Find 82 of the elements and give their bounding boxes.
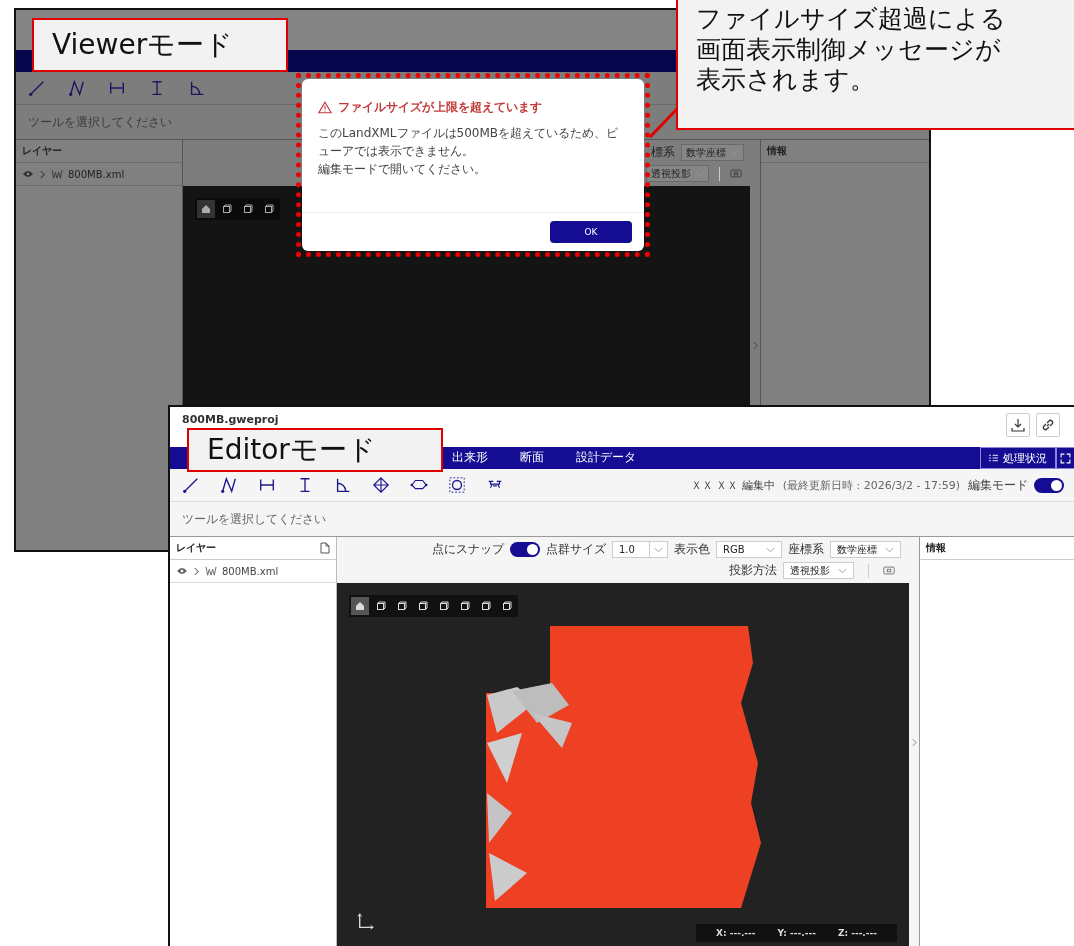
chevron-down-icon	[654, 546, 663, 553]
layer-panel-title: レイヤー	[22, 144, 62, 158]
control-label: 標系	[651, 144, 675, 161]
home-icon	[201, 204, 211, 214]
screenshot-icon[interactable]	[730, 169, 742, 178]
nav-tab[interactable]: 設計データ	[564, 447, 648, 469]
layer-file-icon	[51, 169, 63, 179]
cube-icon	[264, 204, 274, 214]
link-button[interactable]	[1036, 413, 1060, 437]
dropdown[interactable]: 透視投影	[783, 562, 854, 579]
dialog-message-line: このLandXMLファイルは500MBを超えているため、ビ	[318, 125, 618, 142]
snap-toggle[interactable]	[510, 542, 540, 557]
volume-tool-icon[interactable]	[372, 476, 390, 494]
status-button[interactable]: 処理状況	[980, 447, 1056, 469]
cube-icon	[397, 601, 407, 611]
cube-icon	[418, 601, 428, 611]
ok-button[interactable]: OK	[550, 221, 632, 243]
cube-icon	[481, 601, 491, 611]
fullscreen-button[interactable]	[1056, 447, 1074, 469]
screenshot-icon[interactable]	[883, 566, 895, 575]
angle-tool-icon[interactable]	[334, 476, 352, 494]
warning-icon	[318, 101, 332, 114]
control-label: 座標系	[788, 541, 824, 558]
chevron-right-icon[interactable]	[39, 169, 46, 179]
fullscreen-icon	[1060, 452, 1071, 464]
dropdown[interactable]: 数学座標	[681, 144, 744, 161]
home-view-button[interactable]	[351, 597, 369, 615]
layer-item[interactable]: 800MB.xml	[170, 560, 336, 583]
last-updated-text: (最終更新日時 : 2026/3/2 - 17:59)	[782, 477, 960, 493]
control-label: 表示色	[674, 541, 710, 558]
download-icon	[1011, 418, 1025, 432]
cube-icon	[439, 601, 449, 611]
callout-text: 画面表示制御メッセージが	[696, 34, 1001, 65]
add-file-icon[interactable]	[320, 542, 330, 554]
control-label: 点にスナップ	[432, 541, 504, 558]
dropdown[interactable]: RGB	[716, 541, 782, 558]
home-icon	[355, 601, 365, 611]
dialog-title: ファイルサイズが上限を超えています	[338, 99, 542, 116]
link-icon	[1041, 418, 1055, 432]
callout-text: 表示されます。	[696, 65, 875, 96]
list-icon	[989, 454, 998, 462]
chevron-right-icon[interactable]	[193, 566, 200, 576]
cube-icon	[502, 601, 512, 611]
info-panel-title: 情報	[926, 541, 946, 555]
control-label: 点群サイズ	[546, 541, 606, 558]
project-title: 800MB.gweproj	[182, 413, 279, 426]
callout-text: Viewerモード	[52, 27, 234, 63]
polyline-tool-icon[interactable]	[220, 476, 238, 494]
edit-mode-label: 編集モード	[968, 476, 1028, 494]
cube-icon	[243, 204, 253, 214]
select-tool-icon[interactable]	[448, 476, 466, 494]
nav-tab[interactable]: 出来形	[440, 447, 500, 469]
dialog-message-line: 編集モードで開いてください。	[318, 161, 486, 178]
callout-text: Editorモード	[207, 432, 376, 468]
info-panel-title: 情報	[767, 144, 787, 158]
line-tool-icon[interactable]	[182, 476, 200, 494]
coordinate-readout: X: ---.--- Y: ---.--- Z: ---.---	[696, 924, 897, 942]
axis-icon	[357, 912, 375, 930]
control-label: 投影方法	[729, 562, 777, 579]
dropdown[interactable]: 数学座標	[830, 541, 901, 558]
download-button[interactable]	[1006, 413, 1030, 437]
editing-status: ＸＸ ＸＸ 編集中	[690, 477, 775, 493]
layer-panel-title: レイヤー	[176, 541, 216, 555]
chevron-down-icon	[885, 546, 894, 553]
number-dropdown[interactable]: 1.0	[612, 541, 668, 558]
eye-icon[interactable]	[22, 169, 34, 179]
dropdown[interactable]: 透視投影	[646, 165, 709, 182]
callout-text: ファイルサイズ超過による	[696, 4, 1006, 35]
chevron-down-icon	[838, 567, 847, 574]
eye-icon[interactable]	[176, 566, 188, 576]
nav-tab[interactable]: 断面	[508, 447, 556, 469]
layer-file-icon	[205, 566, 217, 576]
edit-mode-toggle[interactable]	[1034, 477, 1064, 493]
home-view-button[interactable]	[197, 200, 215, 218]
cube-icon	[222, 204, 232, 214]
cube-icon	[460, 601, 470, 611]
dialog-message-line: ューアでは表示できません。	[318, 143, 474, 160]
tool-hint: ツールを選択してください	[182, 510, 326, 528]
chevron-down-icon	[766, 546, 775, 553]
layer-item[interactable]: 800MB.xml	[16, 163, 182, 186]
3d-viewport[interactable]: X: ---.--- Y: ---.--- Z: ---.---	[337, 583, 909, 946]
cube-icon	[376, 601, 386, 611]
